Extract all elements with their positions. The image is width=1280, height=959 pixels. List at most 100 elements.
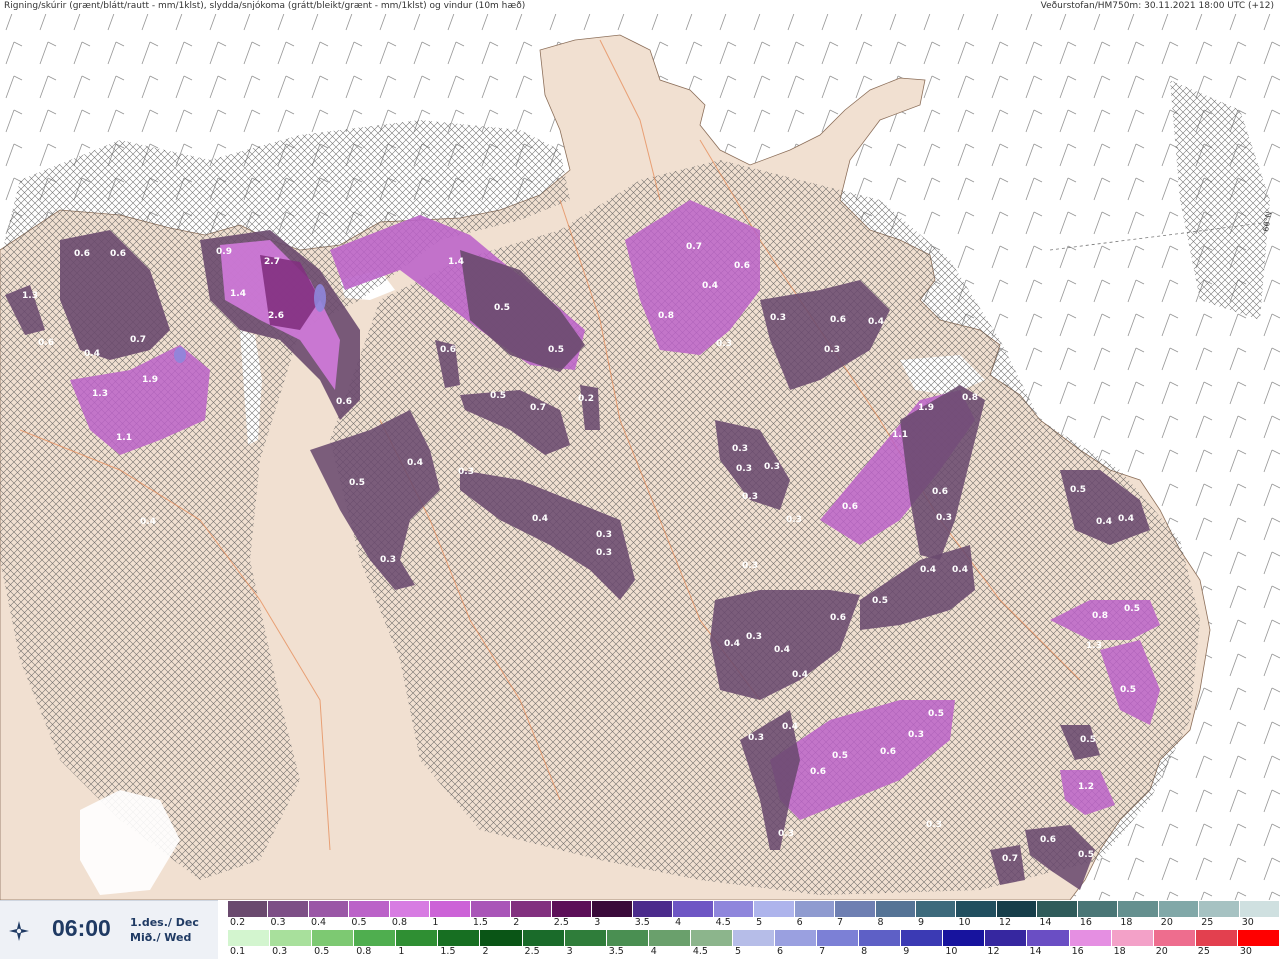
precip-value-label: 1.3 bbox=[1086, 641, 1102, 651]
legend-swatch bbox=[438, 930, 481, 946]
legend-label: 4.5 bbox=[715, 917, 731, 928]
legend-swatch bbox=[389, 901, 431, 917]
precip-value-label: 0.6 bbox=[810, 767, 826, 777]
precip-value-label: 0.3 bbox=[778, 829, 794, 839]
forecast-time: 06:00 bbox=[52, 915, 111, 941]
legend-swatch bbox=[1111, 930, 1154, 946]
legend-swatch bbox=[354, 930, 397, 946]
precip-value-label: 0.7 bbox=[530, 403, 546, 413]
precip-value-label: 0.6 bbox=[38, 338, 54, 348]
precip-value-label: 0.4 bbox=[774, 645, 790, 655]
legend-swatch bbox=[470, 901, 512, 917]
precip-value-label: 0.5 bbox=[1120, 685, 1136, 695]
precip-value-label: 0.3 bbox=[926, 820, 942, 830]
precip-value-label: 0.5 bbox=[872, 596, 888, 606]
precip-value-label: 1.1 bbox=[892, 430, 908, 440]
precip-value-label: 0.6 bbox=[830, 613, 846, 623]
precip-value-label: 0.8 bbox=[1092, 611, 1108, 621]
legend-swatch bbox=[396, 930, 439, 946]
legend-label: 6 bbox=[796, 917, 803, 928]
precip-value-label: 0.3 bbox=[764, 462, 780, 472]
legend-swatch bbox=[1199, 901, 1240, 917]
forecast-date: 1.des./ Dec bbox=[130, 916, 199, 929]
legend-swatch bbox=[1158, 901, 1200, 917]
legend-label: 4 bbox=[675, 917, 682, 928]
legend-label: 0.3 bbox=[272, 946, 288, 957]
precip-value-label: 0.3 bbox=[380, 555, 396, 565]
legend-label: 1.5 bbox=[472, 917, 488, 928]
legend-label: 7 bbox=[819, 946, 826, 957]
precip-value-label: 0.3 bbox=[824, 345, 840, 355]
legend-swatch bbox=[1237, 930, 1280, 946]
precip-value-label: 0.4 bbox=[1118, 514, 1134, 524]
compass-star-icon bbox=[9, 921, 29, 941]
precip-value-label: 0.5 bbox=[349, 478, 365, 488]
legend-swatch bbox=[308, 901, 350, 917]
precip-value-label: 0.5 bbox=[490, 391, 506, 401]
legend-swatch bbox=[430, 901, 471, 917]
precip-value-label: 0.6 bbox=[842, 502, 858, 512]
precip-value-label: 0.4 bbox=[952, 565, 968, 575]
legend-swatch bbox=[268, 901, 309, 917]
precip-value-label: 0.4 bbox=[920, 565, 936, 575]
forecast-map[interactable]: 66°N 0.6 0.6 1.3 0.6 0.4 0.7 1.3 1.9 1.1… bbox=[0, 14, 1280, 901]
precip-value-label: 0.2 bbox=[578, 394, 594, 404]
precip-value-label: 0.5 bbox=[494, 303, 510, 313]
legend-swatch bbox=[228, 930, 271, 946]
precip-value-label: 0.4 bbox=[702, 281, 718, 291]
precip-value-label: 0.5 bbox=[1080, 735, 1096, 745]
precip-value-label: 0.3 bbox=[732, 444, 748, 454]
legend-label: 14 bbox=[1039, 917, 1052, 928]
legend-label: 1 bbox=[398, 946, 405, 957]
legend-label: 0.8 bbox=[356, 946, 372, 957]
precip-value-label: 0.3 bbox=[770, 313, 786, 323]
legend-swatch bbox=[606, 930, 649, 946]
legend-label: 1 bbox=[432, 917, 439, 928]
precip-value-label: 0.6 bbox=[110, 249, 126, 259]
precip-value-label: 0.5 bbox=[1078, 850, 1094, 860]
legend-swatch bbox=[648, 930, 691, 946]
legend-swatch bbox=[859, 930, 902, 946]
legend-label: 5 bbox=[734, 946, 741, 957]
precip-value-label: 0.4 bbox=[724, 639, 740, 649]
legend-label: 0.2 bbox=[230, 917, 246, 928]
precip-value-label: 0.4 bbox=[1096, 517, 1112, 527]
legend-label: 0.3 bbox=[270, 917, 286, 928]
precip-value-label: 0.4 bbox=[792, 670, 808, 680]
legend-label: 10 bbox=[958, 917, 971, 928]
precip-value-label: 1.9 bbox=[142, 375, 158, 385]
legend-label: 5 bbox=[756, 917, 763, 928]
legend-label: 10 bbox=[945, 946, 958, 957]
legend-label: 2 bbox=[513, 917, 520, 928]
legend-swatch bbox=[228, 901, 269, 917]
legend-label: 12 bbox=[987, 946, 1000, 957]
legend-swatch bbox=[875, 901, 916, 917]
time-panel: 06:00 1.des./ Dec Mið./ Wed bbox=[0, 900, 218, 959]
legend-label: 30 bbox=[1241, 917, 1254, 928]
legend-swatch bbox=[732, 930, 776, 946]
precip-value-label: 0.7 bbox=[686, 242, 702, 252]
legend-swatch bbox=[1037, 901, 1078, 917]
legend-swatch bbox=[349, 901, 390, 917]
precip-value-label: 0.6 bbox=[830, 315, 846, 325]
legend-label: 0.4 bbox=[310, 917, 327, 928]
legend-swatch bbox=[985, 930, 1028, 946]
precip-value-label: 1.4 bbox=[230, 289, 246, 299]
header-bar: Rigning/skúrir (grænt/blátt/rautt - mm/1… bbox=[0, 0, 1280, 14]
precip-value-label: 0.6 bbox=[336, 397, 352, 407]
forecast-weekday: Mið./ Wed bbox=[130, 931, 192, 944]
precip-value-label: 0.3 bbox=[936, 513, 952, 523]
legend-bar: 06:00 1.des./ Dec Mið./ Wed 0.2 0.3 0.4 0.5… bbox=[0, 900, 1280, 959]
legend-label: 0.8 bbox=[391, 917, 407, 928]
precip-value-label: 0.6 bbox=[734, 261, 750, 271]
precip-value-label: 0.6 bbox=[74, 249, 90, 259]
precip-value-label: 1.2 bbox=[1078, 782, 1094, 792]
precip-value-label: 0.3 bbox=[908, 730, 924, 740]
precip-value-label: 0.3 bbox=[736, 464, 752, 474]
precip-value-label: 0.5 bbox=[548, 345, 564, 355]
legend-label: 3.5 bbox=[634, 917, 650, 928]
legend-swatch bbox=[1077, 901, 1119, 917]
precip-value-label: 0.7 bbox=[130, 335, 146, 345]
legend-label: 4 bbox=[650, 946, 657, 957]
legend-swatch bbox=[835, 901, 876, 917]
